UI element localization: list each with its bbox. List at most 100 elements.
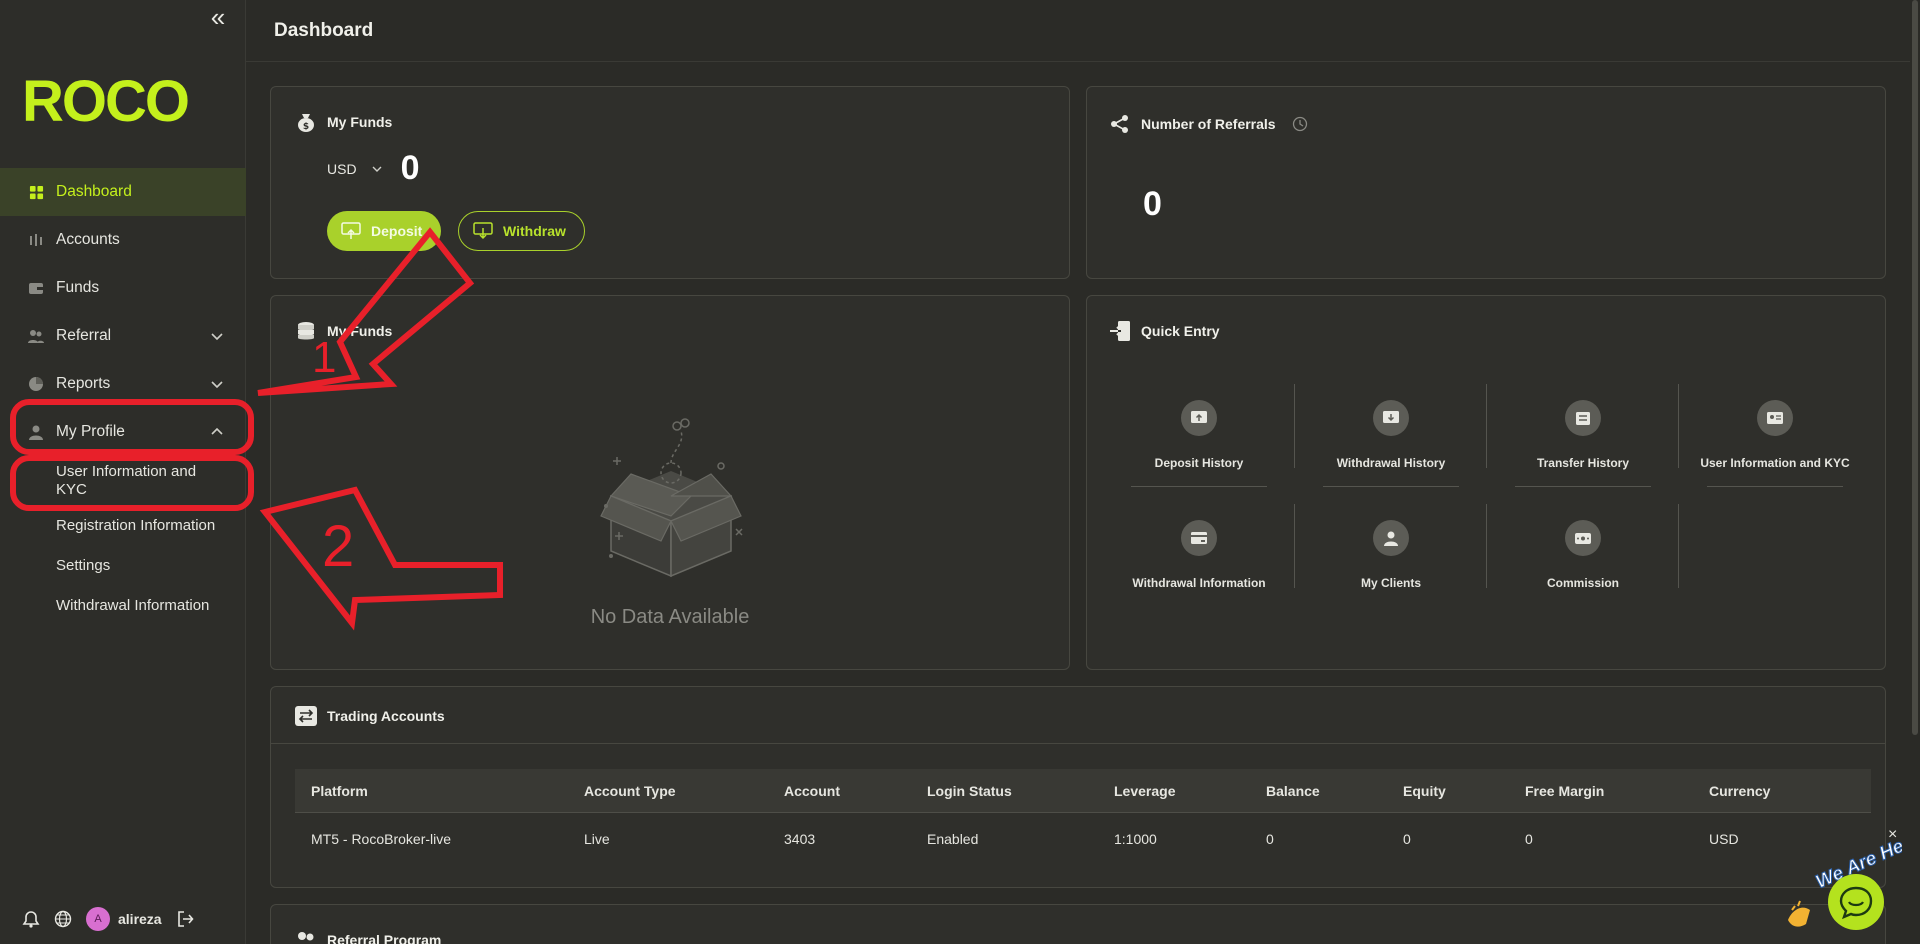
table-cell: 0 (1525, 831, 1533, 847)
app-root: « ROCO Dashboard Accounts Funds Referral… (0, 0, 1920, 944)
deposit-button[interactable]: Deposit (327, 211, 441, 251)
bell-icon[interactable] (22, 910, 40, 928)
collapse-sidebar-icon[interactable]: « (204, 4, 232, 30)
login-entry-icon (1109, 320, 1131, 342)
quick-entry-label: Withdrawal Information (1132, 576, 1266, 590)
card-title: Referral Program (295, 929, 441, 944)
table-row[interactable]: MT5 - RocoBroker-live Live 3403 Enabled … (295, 813, 1871, 865)
column-header: Login Status (927, 782, 1012, 799)
globe-icon[interactable] (54, 910, 72, 928)
chevron-up-icon (211, 427, 223, 435)
user-icon (28, 424, 44, 440)
fund-row: USD 0 (327, 149, 419, 188)
clock-icon[interactable] (1292, 116, 1308, 132)
sidebar-item-label: Reports (56, 375, 111, 392)
quick-entry-transfer-history[interactable]: Transfer History (1487, 386, 1679, 490)
share-icon (1109, 113, 1131, 135)
column-header: Equity (1403, 782, 1446, 799)
quick-entry-withdrawal-information[interactable]: Withdrawal Information (1103, 506, 1295, 610)
sidebar-subitem-withdrawal-information[interactable]: Withdrawal Information (0, 586, 246, 626)
table-cell: 0 (1266, 831, 1274, 847)
withdraw-button[interactable]: Withdraw (458, 211, 585, 251)
card-title: $ My Funds (295, 111, 392, 133)
sidebar-item-my-profile[interactable]: My Profile (0, 408, 246, 456)
transfer-history-icon (1565, 400, 1601, 436)
table-header: Platform Account Type Account Login Stat… (295, 769, 1871, 813)
quick-entry-label: Withdrawal History (1336, 456, 1446, 470)
chevron-down-icon[interactable] (371, 163, 383, 175)
sidebar-item-referral[interactable]: Referral (0, 312, 246, 360)
my-funds-chart-card: My Funds No Data Available (270, 295, 1070, 670)
accounts-icon (28, 232, 44, 248)
sidebar-item-label: Dashboard (56, 183, 132, 200)
clients-icon (1373, 520, 1409, 556)
chevron-down-icon (211, 333, 223, 341)
sidebar-item-accounts[interactable]: Accounts (0, 216, 246, 264)
quick-entry-card: Quick Entry Deposit History Withdrawal H… (1086, 295, 1886, 670)
sidebar: « ROCO Dashboard Accounts Funds Referral… (0, 0, 246, 944)
logout-icon[interactable] (176, 910, 194, 928)
table-cell: 3403 (784, 831, 816, 847)
users-icon (28, 328, 44, 344)
sidebar-item-dashboard[interactable]: Dashboard (0, 168, 246, 216)
quick-entry-label: Commission (1546, 576, 1619, 590)
referral-program-card: Referral Program (270, 904, 1886, 944)
topbar: Dashboard (246, 0, 1910, 62)
my-funds-title: My Funds (327, 114, 393, 130)
page-title: Dashboard (274, 20, 374, 41)
card-title: Number of Referrals (1109, 113, 1308, 135)
table-cell: Enabled (927, 831, 979, 847)
sidebar-item-funds[interactable]: Funds (0, 264, 246, 312)
currency-select[interactable]: USD (327, 161, 357, 177)
chat-widget[interactable]: We Are Here! (1786, 840, 1902, 936)
scrollbar-thumb[interactable] (1912, 0, 1918, 735)
referrals-title: Number of Referrals (1141, 116, 1276, 132)
empty-box-illustration (600, 418, 743, 578)
my-funds-chart-title: My Funds (327, 323, 393, 339)
quick-entry-deposit-history[interactable]: Deposit History (1103, 386, 1295, 490)
deposit-label: Deposit (371, 223, 423, 239)
scrollbar[interactable] (1910, 0, 1920, 944)
column-header: Platform (311, 782, 368, 799)
quick-entry-label: User Information and KYC (1700, 456, 1850, 470)
column-header: Balance (1266, 782, 1320, 799)
sidebar-item-label: Accounts (56, 231, 120, 248)
table-cell: 0 (1403, 831, 1411, 847)
username: alireza (118, 911, 162, 927)
referrals-value: 0 (1143, 185, 1162, 223)
quick-entry-my-clients[interactable]: My Clients (1295, 506, 1487, 610)
avatar[interactable]: A (86, 907, 110, 931)
column-header: Leverage (1114, 782, 1176, 799)
quick-entry-label: Deposit History (1154, 456, 1244, 470)
commission-icon (1565, 520, 1601, 556)
no-data-text: No Data Available (590, 606, 750, 628)
deposit-icon (341, 222, 361, 239)
quick-entry-withdrawal-history[interactable]: Withdrawal History (1295, 386, 1487, 490)
sidebar-subitem-settings[interactable]: Settings (0, 546, 246, 586)
waving-hand-icon (1788, 900, 1810, 927)
sidebar-nav: Dashboard Accounts Funds Referral Report… (0, 168, 246, 626)
sidebar-item-label: My Profile (56, 423, 125, 440)
roco-logo[interactable]: ROCO (22, 68, 190, 135)
id-card-icon (1757, 400, 1793, 436)
quick-entry-user-information-kyc[interactable]: User Information and KYC (1679, 386, 1871, 490)
sidebar-subitem-registration-information[interactable]: Registration Information (0, 506, 246, 546)
sidebar-item-reports[interactable]: Reports (0, 360, 246, 408)
table-cell: MT5 - RocoBroker-live (311, 831, 452, 847)
coins-icon (295, 320, 317, 342)
referrals-card: Number of Referrals 0 (1086, 86, 1886, 279)
chat-button[interactable] (1828, 874, 1884, 930)
quick-entry-commission[interactable]: Commission (1487, 506, 1679, 610)
table-cell: Live (584, 831, 610, 847)
table-cell: 1:1000 (1114, 831, 1157, 847)
column-header: Free Margin (1525, 782, 1605, 799)
card-title: My Funds (295, 320, 392, 342)
trading-accounts-table: Platform Account Type Account Login Stat… (295, 769, 1871, 865)
trading-accounts-card: Trading Accounts Platform Account Type A… (270, 686, 1886, 888)
money-bag-icon: $ (295, 111, 317, 133)
withdraw-label: Withdraw (503, 223, 566, 239)
quick-entry-title: Quick Entry (1141, 323, 1220, 339)
sidebar-subitem-user-information-kyc[interactable]: User Information and KYC (0, 456, 246, 506)
svg-text:$: $ (303, 122, 309, 132)
pie-chart-icon (28, 376, 44, 392)
